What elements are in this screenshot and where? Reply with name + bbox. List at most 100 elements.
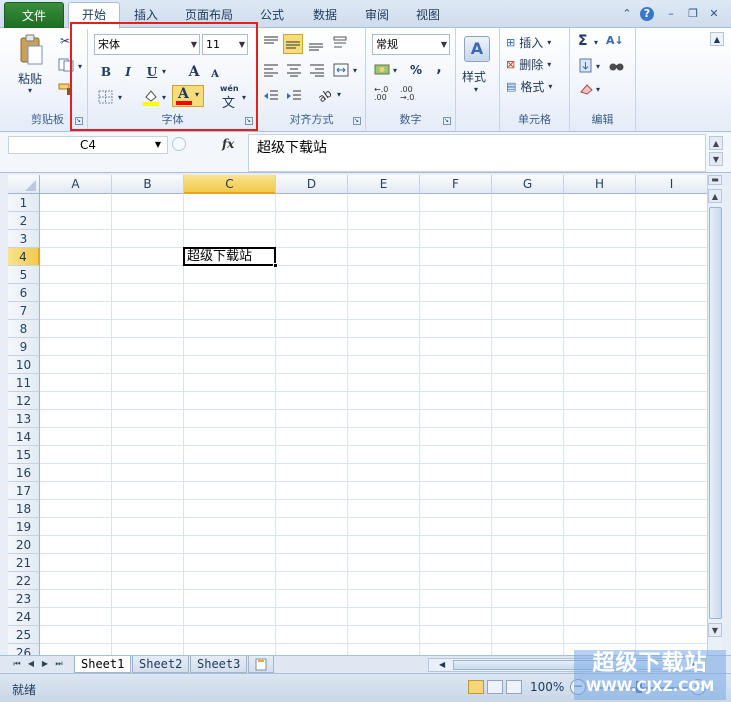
column-header-c[interactable]: C <box>184 175 276 194</box>
find-select-icon[interactable] <box>608 58 626 74</box>
fill-dropdown-icon[interactable]: ▾ <box>596 62 600 71</box>
styles-icon[interactable]: A <box>464 36 490 62</box>
row-header-1[interactable]: 1 <box>8 194 40 212</box>
orientation-dropdown-icon[interactable]: ▾ <box>337 90 341 99</box>
active-cell-c4[interactable]: 超级下载站 <box>183 247 276 266</box>
paste-button[interactable]: 粘贴 <box>18 70 42 87</box>
tab-review[interactable]: 审阅 <box>355 5 399 27</box>
align-left-icon[interactable] <box>262 62 280 78</box>
currency-dropdown-icon[interactable]: ▾ <box>393 66 397 75</box>
format-cells-button[interactable]: ▤ 格式 ▾ <box>506 78 552 94</box>
name-box-dropdown-icon[interactable]: ▼ <box>155 137 161 153</box>
select-all-button[interactable] <box>8 175 40 194</box>
sheet-tab-3[interactable]: Sheet3 <box>190 656 248 673</box>
fill-down-icon[interactable] <box>578 58 594 74</box>
format-dropdown-icon[interactable]: ▾ <box>548 82 552 91</box>
row-header-18[interactable]: 18 <box>8 500 40 518</box>
row-header-9[interactable]: 9 <box>8 338 40 356</box>
window-restore-icon[interactable]: ❐ <box>686 7 700 21</box>
styles-button[interactable]: 样式 <box>462 68 486 85</box>
window-close-icon[interactable]: ✕ <box>707 7 721 21</box>
align-bottom-icon[interactable] <box>307 34 325 52</box>
autosum-button[interactable]: Σ <box>578 33 588 49</box>
vertical-scrollbar[interactable]: ▬ ▲ ▼ <box>707 175 723 655</box>
clear-icon[interactable] <box>578 82 594 96</box>
insert-sheet-icon[interactable] <box>248 656 274 673</box>
row-header-2[interactable]: 2 <box>8 212 40 230</box>
insert-cells-button[interactable]: ⊞ 插入 ▾ <box>506 34 551 50</box>
row-header-10[interactable]: 10 <box>8 356 40 374</box>
row-header-5[interactable]: 5 <box>8 266 40 284</box>
delete-dropdown-icon[interactable]: ▾ <box>547 60 551 69</box>
row-header-16[interactable]: 16 <box>8 464 40 482</box>
increase-decimal-icon[interactable]: ←.0.00 <box>374 86 396 104</box>
page-layout-view-icon[interactable] <box>487 680 503 694</box>
first-sheet-icon[interactable]: ⏮ <box>12 658 22 670</box>
help-icon[interactable]: ? <box>640 7 654 21</box>
window-minimize-icon[interactable]: – <box>664 7 678 21</box>
column-header-e[interactable]: E <box>348 175 420 194</box>
align-middle-icon[interactable] <box>283 34 303 54</box>
row-header-4[interactable]: 4 <box>8 248 40 266</box>
row-header-3[interactable]: 3 <box>8 230 40 248</box>
sort-filter-icon[interactable]: A↓ <box>606 34 626 50</box>
row-header-22[interactable]: 22 <box>8 572 40 590</box>
sheet-tab-1[interactable]: Sheet1 <box>74 656 132 673</box>
wrap-text-icon[interactable] <box>332 34 350 52</box>
row-header-20[interactable]: 20 <box>8 536 40 554</box>
paste-dropdown-icon[interactable]: ▾ <box>28 86 32 95</box>
currency-icon[interactable] <box>374 62 392 78</box>
orientation-icon[interactable]: ab <box>316 86 336 106</box>
number-format-dropdown-icon[interactable]: ▼ <box>441 35 447 54</box>
row-header-8[interactable]: 8 <box>8 320 40 338</box>
row-header-14[interactable]: 14 <box>8 428 40 446</box>
normal-view-icon[interactable] <box>468 680 484 694</box>
formula-scroll-up-icon[interactable]: ▲ <box>709 136 723 150</box>
comma-button[interactable]: , <box>432 58 446 78</box>
formula-input[interactable]: 超级下载站 <box>248 134 706 172</box>
delete-cells-button[interactable]: ⊠ 删除 ▾ <box>506 56 551 72</box>
number-format-combo[interactable]: 常规 ▼ <box>372 34 450 55</box>
number-launcher-icon[interactable]: ↘ <box>443 117 451 125</box>
column-header-d[interactable]: D <box>276 175 348 194</box>
page-break-view-icon[interactable] <box>506 680 522 694</box>
row-header-12[interactable]: 12 <box>8 392 40 410</box>
percent-button[interactable]: % <box>408 60 424 80</box>
minimize-ribbon-icon[interactable]: ⌃ <box>620 7 634 21</box>
scroll-left-icon[interactable]: ◀ <box>439 659 449 671</box>
tab-file[interactable]: 文件 <box>4 2 64 28</box>
insert-function-icon[interactable]: fx <box>222 137 242 153</box>
sheet-tab-2[interactable]: Sheet2 <box>132 656 190 673</box>
next-sheet-icon[interactable]: ▶ <box>40 658 50 670</box>
scroll-down-icon[interactable]: ▼ <box>708 623 722 637</box>
column-header-h[interactable]: H <box>564 175 636 194</box>
paste-icon[interactable] <box>18 34 44 66</box>
row-header-6[interactable]: 6 <box>8 284 40 302</box>
merge-dropdown-icon[interactable]: ▾ <box>353 66 357 75</box>
prev-sheet-icon[interactable]: ◀ <box>26 658 36 670</box>
formula-bar-expand-icon[interactable] <box>172 137 186 151</box>
row-header-15[interactable]: 15 <box>8 446 40 464</box>
autosum-dropdown-icon[interactable]: ▾ <box>594 38 598 47</box>
row-header-11[interactable]: 11 <box>8 374 40 392</box>
alignment-launcher-icon[interactable]: ↘ <box>353 117 361 125</box>
last-sheet-icon[interactable]: ⏭ <box>54 658 64 670</box>
formula-scroll-down-icon[interactable]: ▼ <box>709 152 723 166</box>
styles-dropdown-icon[interactable]: ▾ <box>474 85 478 94</box>
clear-dropdown-icon[interactable]: ▾ <box>596 85 600 94</box>
vertical-scroll-thumb[interactable] <box>709 207 722 619</box>
row-header-25[interactable]: 25 <box>8 626 40 644</box>
column-header-a[interactable]: A <box>40 175 112 194</box>
row-header-21[interactable]: 21 <box>8 554 40 572</box>
insert-dropdown-icon[interactable]: ▾ <box>547 38 551 47</box>
column-header-b[interactable]: B <box>112 175 184 194</box>
decrease-indent-icon[interactable] <box>262 88 280 104</box>
tab-view[interactable]: 视图 <box>406 5 450 27</box>
row-header-24[interactable]: 24 <box>8 608 40 626</box>
ribbon-scroll-up-icon[interactable]: ▲ <box>710 32 724 46</box>
column-header-f[interactable]: F <box>420 175 492 194</box>
row-header-7[interactable]: 7 <box>8 302 40 320</box>
worksheet-grid[interactable]: ABCDEFGHI 1 2 3 4 5 6 7 8 9 10 11 12 13 14 15 16 17 18 19 2… <box>8 175 707 655</box>
tab-data[interactable]: 数据 <box>303 5 347 27</box>
row-header-17[interactable]: 17 <box>8 482 40 500</box>
